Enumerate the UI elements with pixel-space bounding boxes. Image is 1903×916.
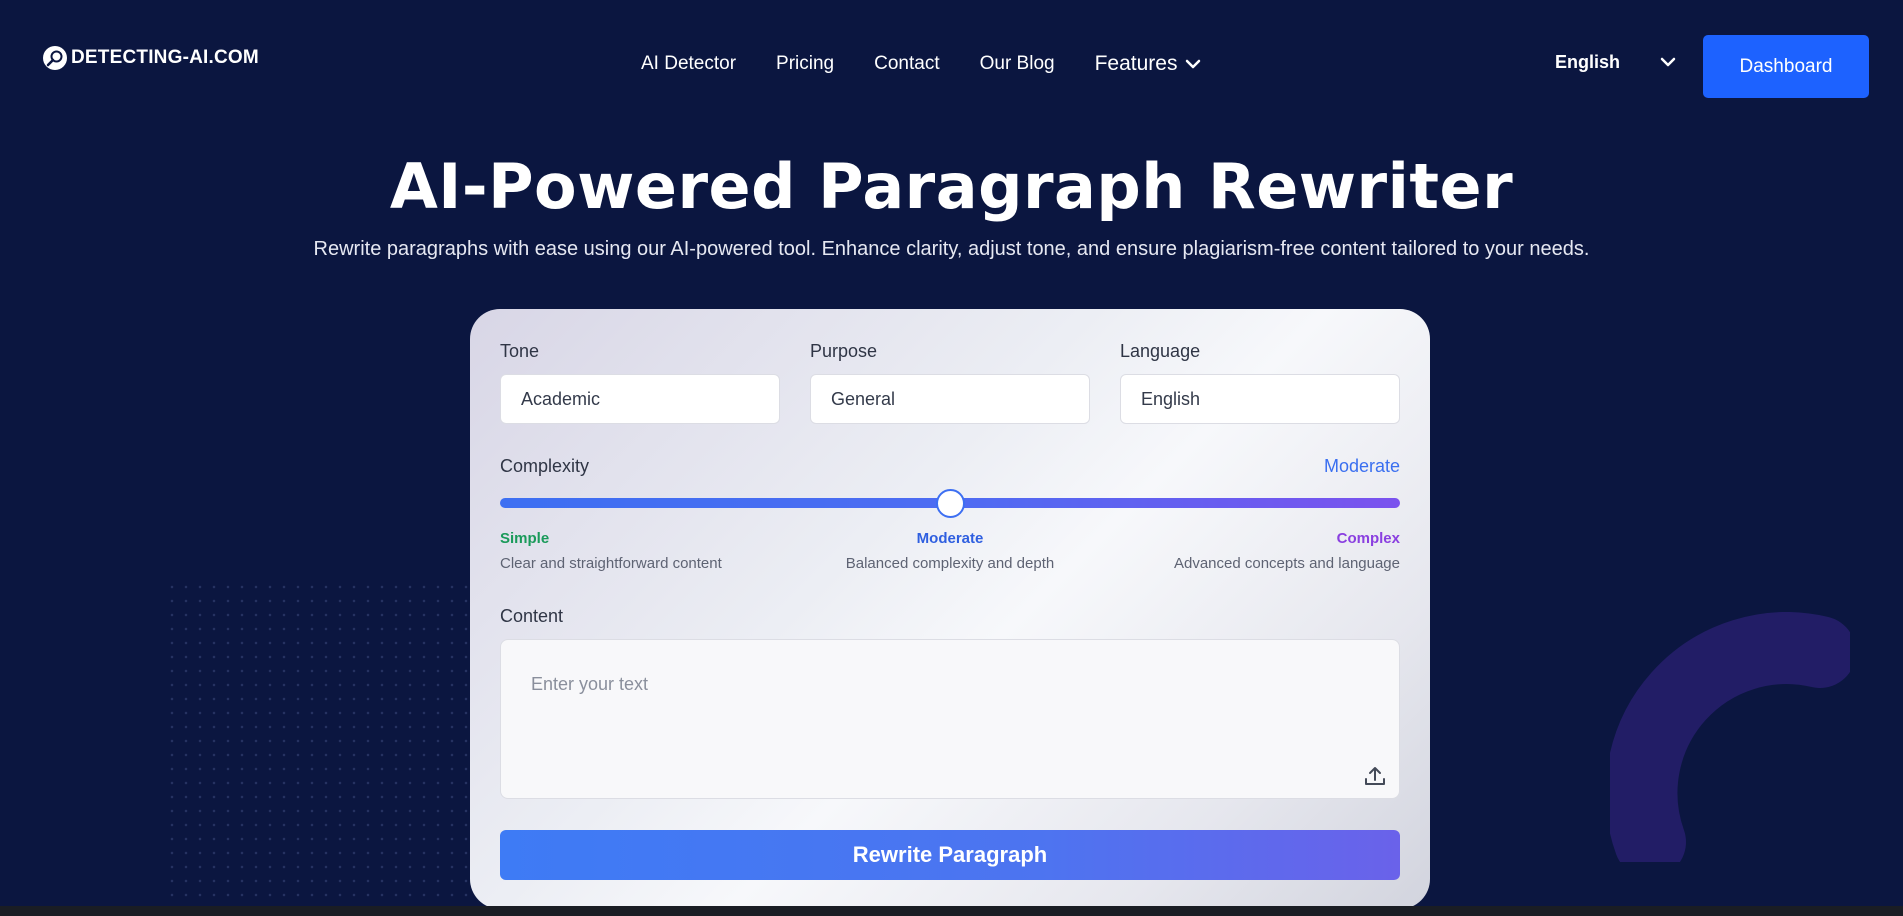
- purpose-select[interactable]: General: [810, 374, 1090, 424]
- chevron-down-icon: [1186, 59, 1201, 69]
- complexity-slider-thumb[interactable]: [935, 489, 965, 518]
- nav-ai-detector[interactable]: AI Detector: [641, 53, 736, 75]
- main-nav: AI Detector Pricing Contact Our Blog Fea…: [641, 52, 1201, 76]
- site-logo[interactable]: DETECTING-AI.COM: [43, 46, 259, 70]
- upload-icon[interactable]: [1363, 764, 1387, 788]
- decorative-arc-shape: [1610, 612, 1850, 862]
- nav-contact[interactable]: Contact: [874, 53, 939, 75]
- logo-text: DETECTING-AI.COM: [71, 47, 259, 68]
- level-moderate-desc: Balanced complexity and depth: [845, 555, 1055, 572]
- level-simple-name: Simple: [500, 530, 550, 547]
- content-placeholder: Enter your text: [531, 674, 649, 694]
- language-selector-value: English: [1555, 52, 1621, 72]
- nav-our-blog[interactable]: Our Blog: [980, 53, 1055, 75]
- page-title: AI-Powered Paragraph Rewriter: [389, 150, 1514, 223]
- level-complex-name: Complex: [1336, 530, 1400, 547]
- rewriter-form-card: Tone Academic Purpose General Language E…: [470, 309, 1430, 909]
- complexity-label: Complexity: [500, 456, 590, 476]
- nav-features-dropdown[interactable]: Features: [1095, 52, 1202, 76]
- level-moderate-name: Moderate: [916, 530, 984, 547]
- content-textarea[interactable]: Enter your text: [500, 639, 1400, 799]
- magnifier-icon: [43, 46, 67, 70]
- language-select[interactable]: English: [1120, 374, 1400, 424]
- dashboard-button[interactable]: Dashboard: [1703, 35, 1869, 98]
- bottom-edge-strip: [0, 906, 1903, 916]
- level-complex-desc: Advanced concepts and language: [1173, 555, 1400, 572]
- content-label: Content: [500, 606, 564, 626]
- language-label: Language: [1120, 341, 1201, 361]
- site-header: DETECTING-AI.COM AI Detector Pricing Con…: [0, 0, 1903, 130]
- rewrite-paragraph-button[interactable]: Rewrite Paragraph: [500, 830, 1400, 880]
- nav-features-label: Features: [1094, 52, 1178, 75]
- tone-select[interactable]: Academic: [500, 374, 780, 424]
- level-simple-desc: Clear and straightforward content: [500, 555, 722, 572]
- decorative-dot-grid: [165, 580, 485, 916]
- chevron-down-icon: [1660, 57, 1676, 67]
- language-selector[interactable]: English: [1555, 52, 1676, 73]
- purpose-label: Purpose: [810, 341, 878, 361]
- nav-pricing[interactable]: Pricing: [776, 53, 834, 75]
- complexity-current-value: Moderate: [1323, 456, 1400, 476]
- tone-label: Tone: [500, 341, 540, 361]
- page-subtitle: Rewrite paragraphs with ease using our A…: [313, 238, 1590, 260]
